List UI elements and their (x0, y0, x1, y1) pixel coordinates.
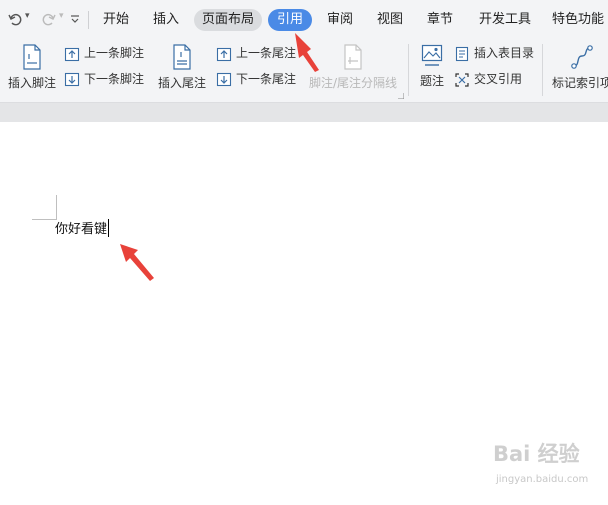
prev-endnote-icon (216, 47, 232, 61)
tab-view[interactable]: 视图 (370, 9, 410, 31)
tab-home[interactable]: 开始 (96, 9, 136, 31)
redo-dropdown-icon[interactable]: ▾ (59, 11, 64, 21)
next-endnote-icon (216, 72, 232, 86)
mark-index-button[interactable]: 标记索引项 (552, 44, 608, 91)
ribbon-bottom-strip (0, 102, 608, 123)
mark-index-icon (571, 45, 593, 69)
page-margin-corner-mark (32, 195, 57, 220)
footnote-separator-label: 脚注/尾注分隔线 (308, 76, 398, 90)
insert-table-of-contents-icon (455, 46, 469, 61)
tab-page-layout[interactable]: 页面布局 (194, 9, 262, 31)
tab-section[interactable]: 章节 (420, 9, 460, 31)
insert-endnote-button[interactable]: 插入尾注 (156, 44, 208, 91)
annotation-arrow-text (120, 244, 154, 281)
cross-reference-icon (455, 72, 469, 87)
next-footnote-icon (64, 72, 80, 86)
undo-dropdown-icon[interactable]: ▾ (25, 11, 30, 21)
group-expand-icon[interactable] (398, 93, 404, 99)
next-footnote-button[interactable]: 下一条脚注 (64, 70, 144, 88)
prev-footnote-icon (64, 47, 80, 61)
next-endnote-button[interactable]: 下一条尾注 (216, 70, 296, 88)
customize-toolbar-icon[interactable] (69, 13, 81, 25)
insert-footnote-icon (23, 44, 41, 70)
next-footnote-label: 下一条脚注 (84, 72, 145, 86)
caption-label: 题注 (419, 74, 444, 88)
insert-footnote-button[interactable]: 插入脚注 (6, 44, 58, 91)
next-endnote-label: 下一条尾注 (236, 72, 297, 86)
tab-review[interactable]: 审阅 (320, 9, 360, 31)
caption-icon (421, 44, 443, 66)
mark-index-label: 标记索引项 (552, 76, 608, 90)
tab-insert[interactable]: 插入 (146, 9, 186, 31)
insert-endnote-icon (173, 44, 191, 70)
prev-footnote-button[interactable]: 上一条脚注 (64, 44, 144, 62)
baidu-watermark-logo: Bai 经验 (493, 442, 580, 466)
tab-developer-tools[interactable]: 开发工具 (474, 9, 536, 31)
insert-toc-button[interactable]: 插入表目录 (454, 44, 534, 62)
prev-endnote-label: 上一条尾注 (236, 46, 297, 60)
redo-icon[interactable] (42, 12, 56, 26)
ribbon-separator-2 (542, 44, 543, 96)
document-body-text[interactable]: 你好看键 (55, 218, 110, 237)
toolbar-divider (88, 11, 89, 29)
annotation-arrow-tab (295, 33, 319, 72)
baidu-watermark-url: jingyan.baidu.com (496, 474, 589, 485)
footnote-separator-icon (344, 44, 362, 70)
caption-button[interactable]: 题注 (416, 44, 448, 89)
text-cursor (108, 219, 110, 237)
ribbon-separator (408, 44, 409, 96)
undo-icon[interactable] (8, 12, 22, 26)
tab-special-features[interactable]: 特色功能 (552, 9, 608, 31)
cross-reference-button[interactable]: 交叉引用 (454, 70, 522, 88)
prev-endnote-button[interactable]: 上一条尾注 (216, 44, 296, 62)
insert-toc-label: 插入表目录 (474, 46, 535, 60)
insert-footnote-label: 插入脚注 (7, 76, 56, 90)
cross-reference-label: 交叉引用 (474, 72, 523, 86)
prev-footnote-label: 上一条脚注 (84, 46, 145, 60)
insert-endnote-label: 插入尾注 (157, 76, 206, 90)
tab-references[interactable]: 引用 (268, 9, 312, 31)
document-text: 你好看键 (55, 222, 108, 237)
